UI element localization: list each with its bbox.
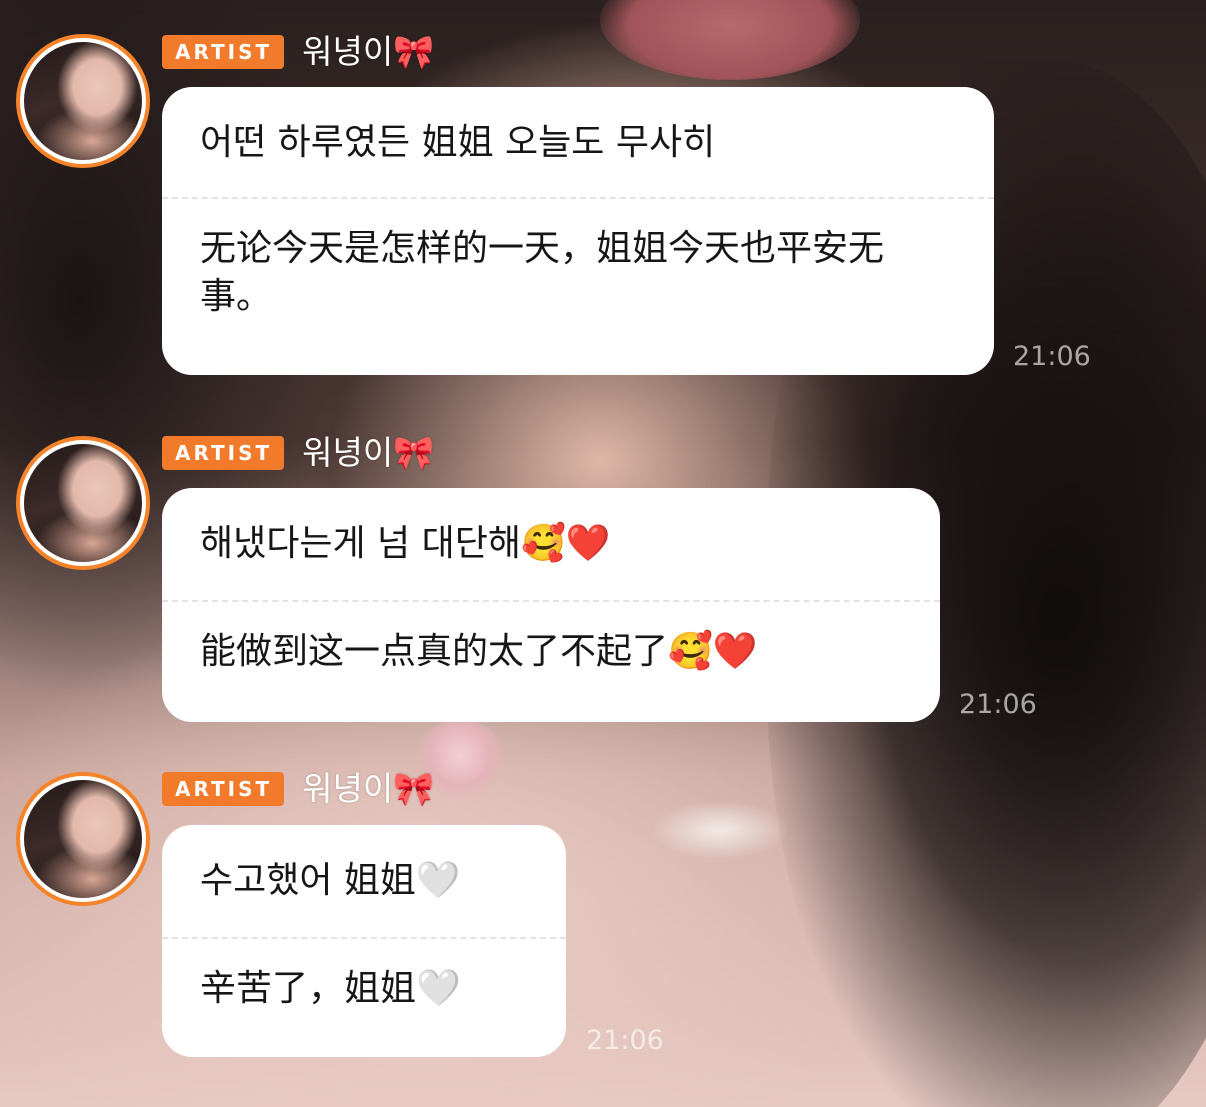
message-bubble[interactable]: 수고했어 姐姐🤍 辛苦了，姐姐🤍 bbox=[162, 825, 566, 1057]
background-photo-detail bbox=[600, 0, 860, 80]
message-header: ARTIST 워녕이🎀 bbox=[162, 433, 434, 473]
message-bubble[interactable]: 해냈다는게 넘 대단해🥰❤️ 能做到这一点真的太了不起了🥰❤️ bbox=[162, 488, 940, 722]
message-translation-text: 辛苦了，姐姐🤍 bbox=[200, 968, 461, 1009]
avatar-photo bbox=[24, 444, 142, 562]
message-bubble[interactable]: 어떤 하루였든 姐姐 오늘도 무사히 无论今天是怎样的一天，姐姐今天也平安无事。 bbox=[162, 87, 994, 375]
avatar-photo bbox=[24, 42, 142, 160]
artist-badge: ARTIST bbox=[162, 772, 285, 806]
message-timestamp: 21:06 bbox=[586, 1025, 664, 1056]
artist-avatar[interactable] bbox=[16, 34, 150, 168]
message-translation-text: 无论今天是怎样的一天，姐姐今天也平安无事。 bbox=[200, 228, 885, 317]
username[interactable]: 워녕이🎀 bbox=[302, 433, 434, 473]
avatar-photo bbox=[24, 780, 142, 898]
background-photo-detail bbox=[650, 800, 790, 860]
message-header: ARTIST 워녕이🎀 bbox=[162, 32, 434, 72]
message-original-text: 수고했어 姐姐🤍 bbox=[200, 860, 461, 901]
message-timestamp: 21:06 bbox=[959, 689, 1037, 720]
message-original-text: 해냈다는게 넘 대단해🥰❤️ bbox=[200, 523, 611, 564]
username[interactable]: 워녕이🎀 bbox=[302, 769, 434, 809]
username[interactable]: 워녕이🎀 bbox=[302, 32, 434, 72]
message-timestamp: 21:06 bbox=[1013, 341, 1091, 372]
message-translation-text: 能做到这一点真的太了不起了🥰❤️ bbox=[200, 631, 758, 672]
artist-badge: ARTIST bbox=[162, 35, 285, 69]
artist-avatar[interactable] bbox=[16, 436, 150, 570]
message-header: ARTIST 워녕이🎀 bbox=[162, 769, 434, 809]
artist-avatar[interactable] bbox=[16, 772, 150, 906]
artist-badge: ARTIST bbox=[162, 436, 285, 470]
message-original-text: 어떤 하루였든 姐姐 오늘도 무사히 bbox=[200, 122, 716, 163]
